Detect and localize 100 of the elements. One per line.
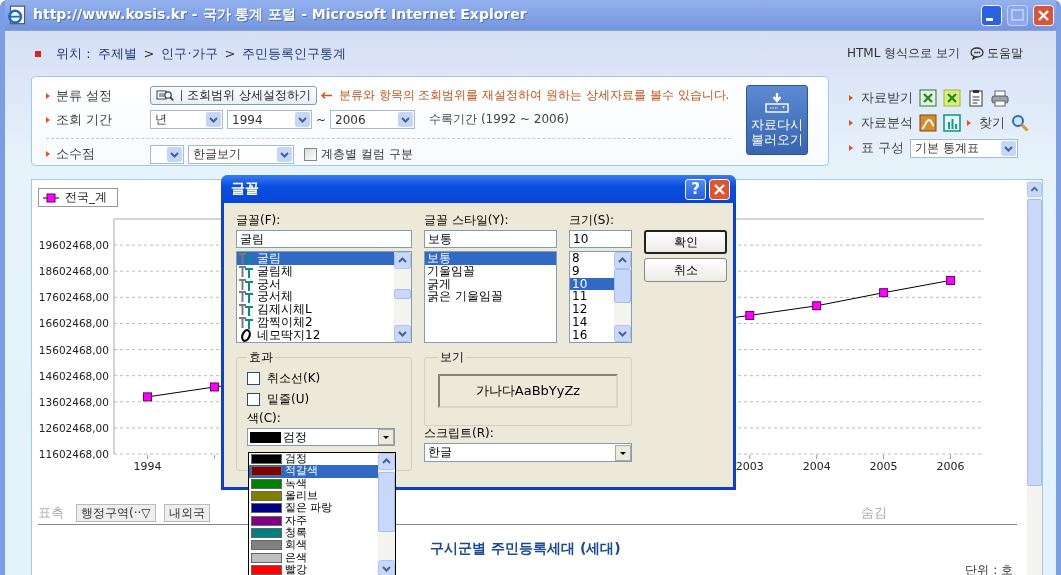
minimize-button[interactable] <box>981 4 1002 26</box>
breadcrumb-link[interactable]: 주제별 <box>97 44 137 63</box>
color-option[interactable]: 청록 <box>249 526 378 540</box>
list-item[interactable]: 8 <box>570 252 614 265</box>
font-style-field[interactable]: 보통 <box>424 230 557 248</box>
dialog-button[interactable]: 취소 <box>644 258 727 282</box>
tt-icon <box>239 277 254 291</box>
axis-item-button[interactable]: 내외국 <box>163 504 210 522</box>
list-item[interactable]: 굵게 <box>425 277 556 291</box>
list-item[interactable]: 굵은 기울임꼴 <box>425 290 556 304</box>
detail-settings-button[interactable]: 조회범위 상세설정하기 <box>150 86 317 106</box>
checkbox[interactable] <box>247 393 260 406</box>
close-button[interactable] <box>1033 4 1054 26</box>
spreadsheet-icon[interactable] <box>943 89 961 107</box>
field-label: 글꼴(F): <box>236 212 282 228</box>
bar-chart-icon[interactable] <box>943 114 961 132</box>
tt-icon <box>239 303 254 317</box>
list-item[interactable]: 기울임꼴 <box>425 264 556 278</box>
scrollbar[interactable] <box>378 453 395 575</box>
scroll-down-button[interactable] <box>614 325 631 342</box>
display-dropdown[interactable]: 한글보기 <box>188 144 294 164</box>
chevron-down-icon <box>277 146 292 162</box>
chevron-down-icon <box>167 146 182 162</box>
list-item[interactable]: 12 <box>570 303 614 316</box>
tt-icon <box>239 252 254 265</box>
list-item[interactable]: 궁서 <box>237 277 394 291</box>
scrollbar[interactable] <box>1027 180 1042 575</box>
scroll-thumb[interactable] <box>378 472 395 532</box>
chevron-down-icon <box>1001 140 1017 156</box>
end-year-dropdown[interactable]: 2006 <box>330 110 416 130</box>
table-layout-dropdown[interactable]: 기본 통계표 <box>910 138 1019 158</box>
download-icon <box>764 92 790 114</box>
decimal-dropdown[interactable] <box>150 144 184 164</box>
scroll-thumb[interactable] <box>394 289 411 299</box>
search-icon[interactable] <box>1011 114 1029 132</box>
list-item[interactable]: 네모딱지12 <box>237 328 394 342</box>
scroll-thumb[interactable] <box>1027 199 1042 486</box>
y-tick-label: 11602468,00 <box>38 448 109 460</box>
scroll-up-button[interactable] <box>378 453 395 470</box>
html-view-link[interactable]: HTML 형식으로 보기 <box>846 45 960 62</box>
list-item[interactable]: 보통 <box>425 252 556 265</box>
color-option[interactable]: 자주 <box>249 514 378 527</box>
field-label: 글꼴 스타일(Y): <box>424 212 510 228</box>
scroll-down-button[interactable] <box>378 560 395 575</box>
bullet-icon <box>46 151 50 158</box>
font-sample: 가나다AaBbYyZz <box>438 374 618 408</box>
list-item[interactable]: 16 <box>570 328 614 342</box>
list-item[interactable]: 9 <box>570 264 614 278</box>
color-option[interactable]: 은색 <box>249 551 378 564</box>
font-name-field[interactable]: 굴림 <box>236 230 412 248</box>
help-link[interactable]: 도움말 <box>970 45 1023 62</box>
color-option[interactable]: 적갈색 <box>249 465 378 478</box>
start-year-dropdown[interactable]: 1994 <box>227 110 312 130</box>
list-item[interactable]: 깜찍이체2 <box>237 316 394 329</box>
period-unit-dropdown[interactable]: 년 <box>150 110 223 130</box>
list-item[interactable]: 궁서체 <box>237 290 394 304</box>
help-button[interactable]: ? <box>685 178 706 200</box>
y-tick-label: 14602468,00 <box>38 369 109 382</box>
list-item[interactable]: 14 <box>570 316 614 329</box>
printer-icon[interactable] <box>991 89 1009 107</box>
checkbox-label: 밑줄(U) <box>267 391 310 408</box>
color-option[interactable]: 녹색 <box>249 477 378 490</box>
color-option[interactable]: 빨강 <box>249 563 378 575</box>
scroll-up-button[interactable] <box>614 252 631 269</box>
scroll-up-button[interactable] <box>1027 181 1042 198</box>
color-dropdown[interactable]: 검정 <box>247 428 395 446</box>
scroll-down-button[interactable] <box>394 325 411 342</box>
breadcrumb-separator: > <box>224 46 236 61</box>
color-option[interactable]: 올리브 <box>249 489 378 503</box>
list-item[interactable]: 굴림체 <box>237 264 394 278</box>
scroll-thumb[interactable] <box>614 269 631 303</box>
breadcrumb-link[interactable]: 주민등록인구통계 <box>242 44 347 63</box>
legend-marker-icon <box>43 192 59 203</box>
bullet-icon <box>46 117 50 123</box>
spreadsheet-icon[interactable] <box>919 89 937 107</box>
reload-data-button[interactable]: 자료다시 불러오기 <box>746 85 808 155</box>
scrollbar[interactable] <box>394 252 411 342</box>
list-item[interactable]: 11 <box>570 290 614 304</box>
magnifier-icon <box>156 89 176 103</box>
color-option[interactable]: 검정 <box>249 453 378 466</box>
list-item[interactable]: 굴림 <box>237 252 394 265</box>
list-item[interactable]: 김제시체L <box>237 303 394 316</box>
location-label: 위치 : <box>56 44 91 63</box>
color-option[interactable]: 짙은 파랑 <box>249 502 378 515</box>
close-button[interactable] <box>709 178 730 200</box>
color-option[interactable]: 회색 <box>249 539 378 552</box>
line-graph-icon[interactable] <box>919 114 937 132</box>
group-title: 효과 <box>248 349 274 366</box>
scroll-up-button[interactable] <box>394 252 411 269</box>
chevron-down-icon <box>206 112 221 128</box>
clipboard-icon[interactable] <box>967 89 985 107</box>
font-size-field[interactable]: 10 <box>569 230 632 248</box>
checkbox[interactable] <box>304 147 317 161</box>
scrollbar[interactable] <box>614 252 631 342</box>
breadcrumb-link[interactable]: 인구·가구 <box>161 44 218 63</box>
dialog-button[interactable]: 확인 <box>644 230 727 254</box>
script-dropdown[interactable]: 한글 <box>424 443 632 462</box>
checkbox[interactable] <box>247 372 260 385</box>
axis-item-button[interactable]: 행정구역(··▽ <box>76 504 156 522</box>
list-item[interactable]: 10 <box>570 277 614 291</box>
